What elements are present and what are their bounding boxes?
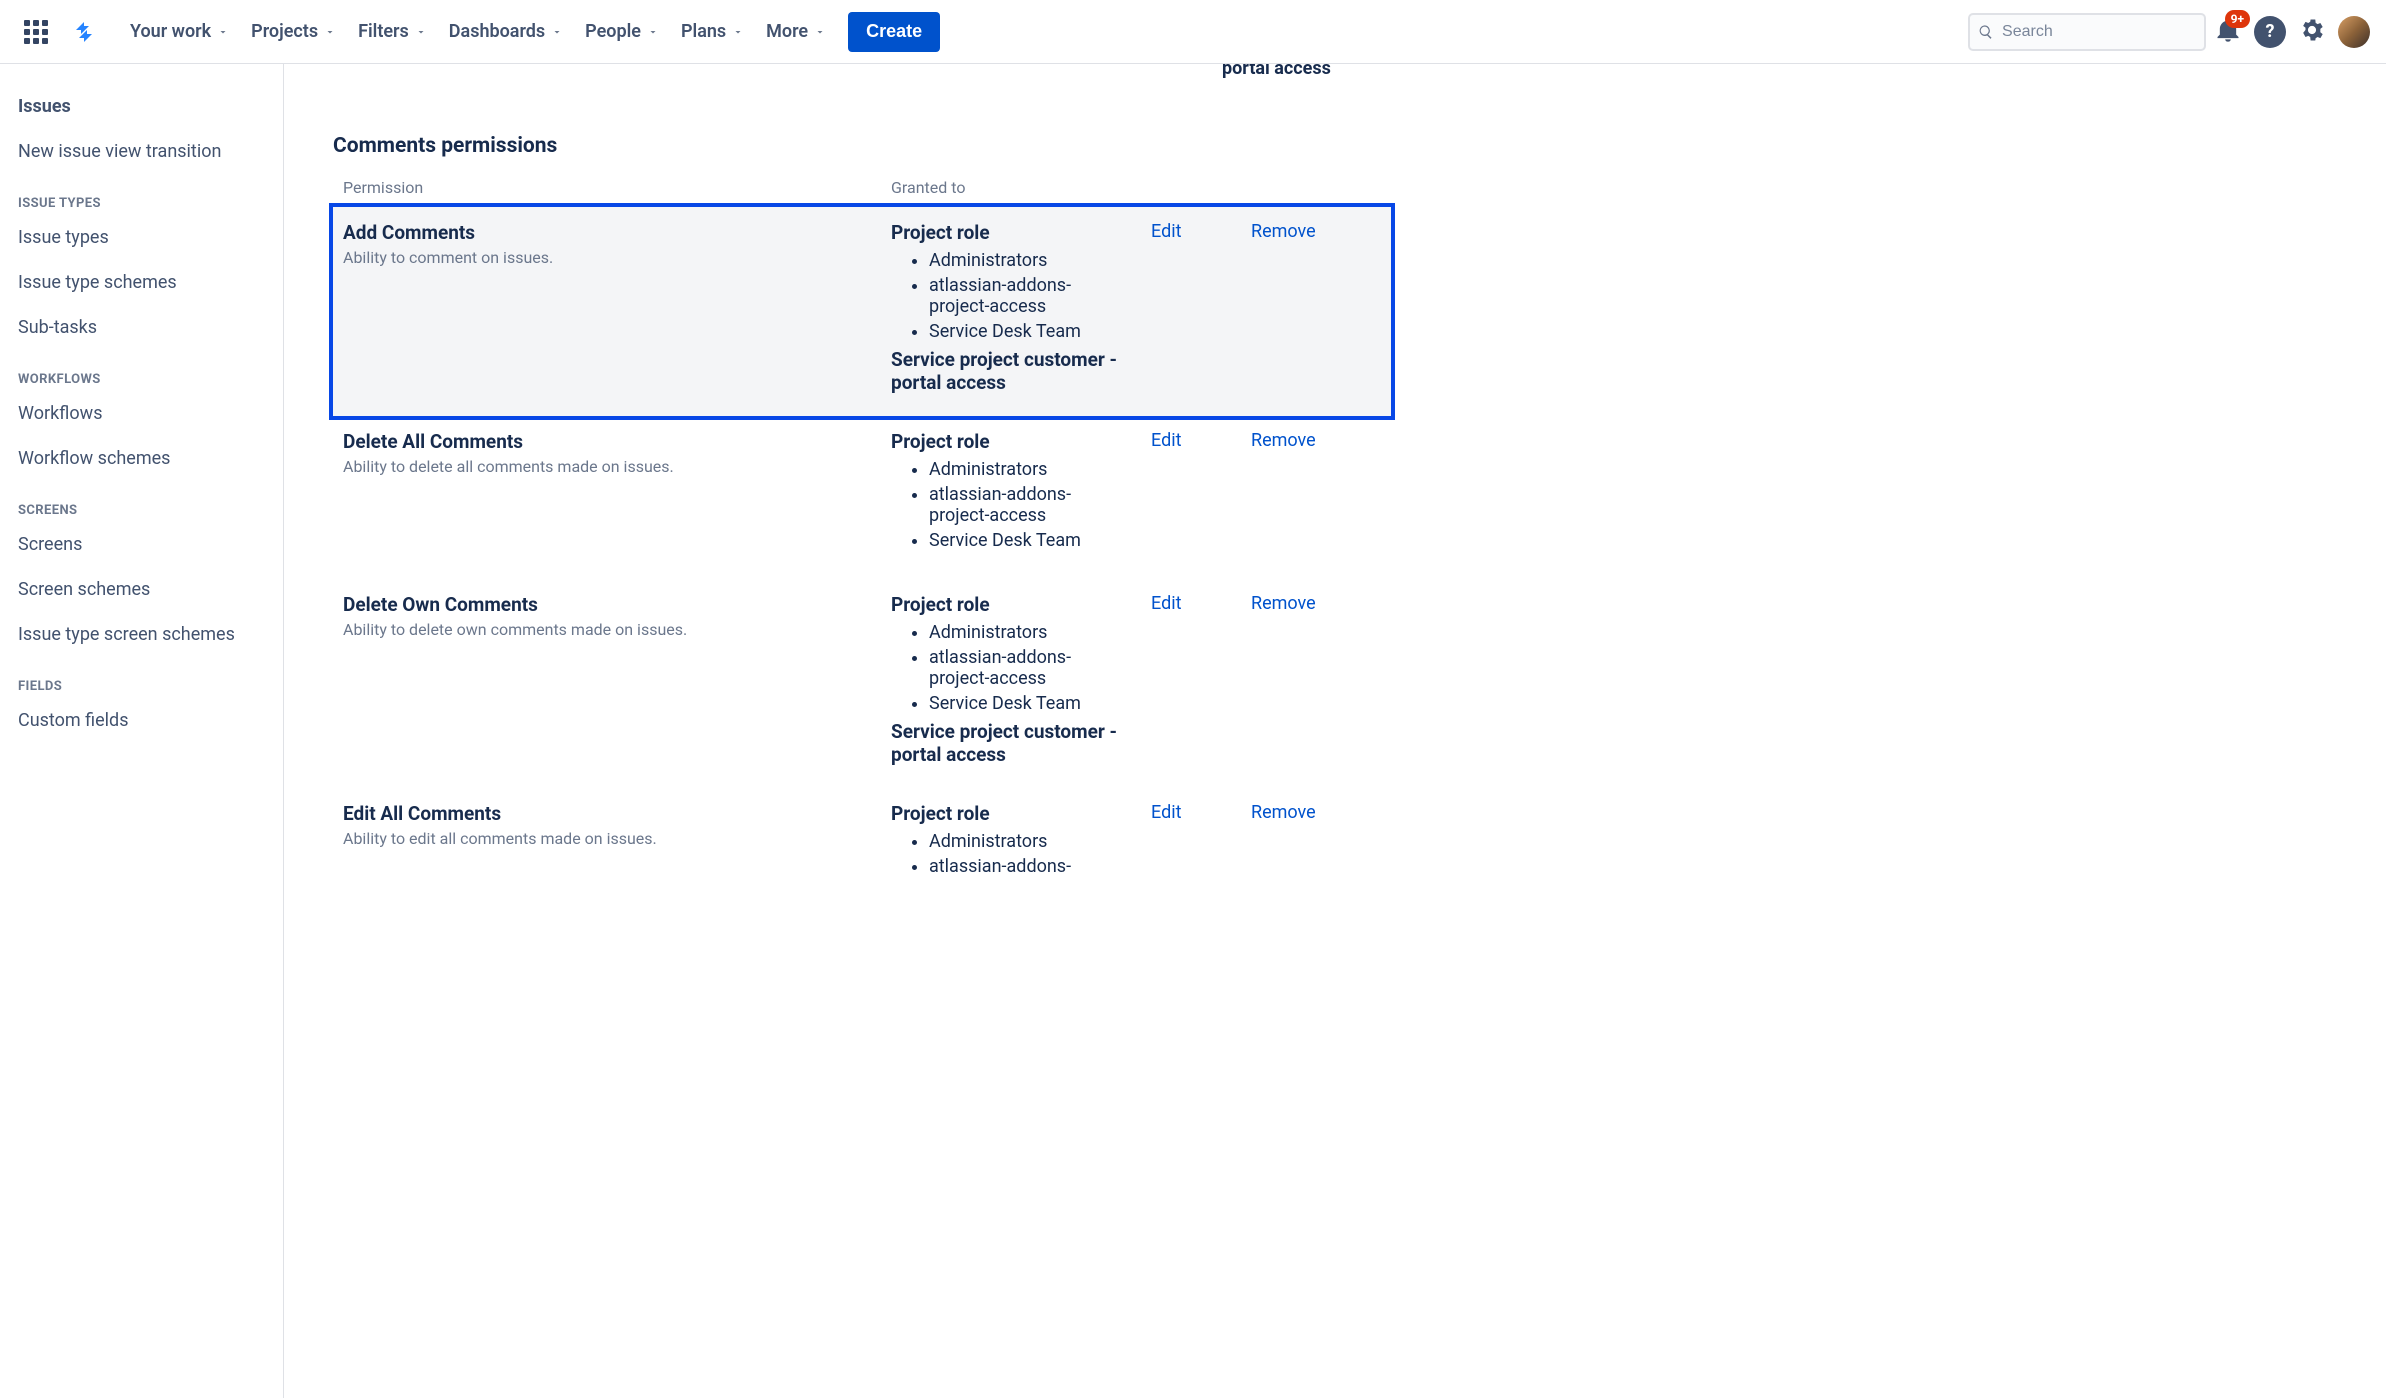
th-granted: Granted to [881,164,1141,207]
grant-role-list: Administratorsatlassian-addons-project-a… [891,457,1131,553]
section-title: Comments permissions [333,134,2341,158]
sidebar-header[interactable]: Issues [14,84,275,129]
table-row: Edit All Comments Ability to edit all co… [333,788,1391,905]
table-row: Delete All Comments Ability to delete al… [333,416,1391,579]
grant-role: atlassian-addons-project-access [929,273,1131,319]
grant-role: Service Desk Team [929,319,1131,344]
permission-name: Delete All Comments [343,430,871,453]
sidebar-link-top[interactable]: New issue view transition [14,129,275,174]
nav-item-label: Your work [130,21,211,42]
nav-right: 9+ ? [2214,16,2370,48]
clipped-text: portal access [1222,64,1331,79]
permissions-table: Permission Granted to Add Comments Abili… [333,164,1391,905]
nav-item-dashboards[interactable]: Dashboards [439,12,573,52]
sidebar-group-label: ISSUE TYPES [14,174,275,215]
grant-role-list: Administratorsatlassian-addons-project-a… [891,620,1131,716]
edit-link[interactable]: Edit [1151,430,1181,451]
top-nav: Your work Projects Filters Dashboards People… [0,0,2386,64]
grant-role: atlassian-addons- [929,854,1131,879]
nav-item-plans[interactable]: Plans [671,12,754,52]
grant-role-label: Project role [891,430,1131,453]
grant-role-label: Project role [891,802,1131,825]
sidebar-link[interactable]: Workflow schemes [14,436,275,481]
nav-item-label: Plans [681,21,726,42]
sidebar: Issues New issue view transition ISSUE T… [0,64,284,1398]
grant-extra: Service project customer - portal access [891,720,1131,766]
notification-badge: 9+ [2225,10,2250,28]
nav-item-label: Filters [358,21,409,42]
grant-role: atlassian-addons-project-access [929,482,1131,528]
permission-name: Delete Own Comments [343,593,871,616]
search-icon [1978,23,1994,41]
sidebar-link[interactable]: Issue types [14,215,275,260]
permission-desc: Ability to edit all comments made on iss… [343,829,871,848]
grant-role: Administrators [929,248,1131,273]
table-row: Add Comments Ability to comment on issue… [333,207,1391,416]
table-row: Delete Own Comments Ability to delete ow… [333,579,1391,788]
nav-item-filters[interactable]: Filters [348,12,437,52]
create-button[interactable]: Create [848,12,940,52]
grant-role: Administrators [929,620,1131,645]
nav-item-your work[interactable]: Your work [120,12,239,52]
edit-link[interactable]: Edit [1151,221,1181,242]
grant-role: Administrators [929,457,1131,482]
grant-role-label: Project role [891,593,1131,616]
sidebar-link[interactable]: Screen schemes [14,567,275,612]
sidebar-link[interactable]: Custom fields [14,698,275,743]
grant-extra: Service project customer - portal access [891,348,1131,394]
notifications-button[interactable]: 9+ [2214,16,2242,48]
nav-item-people[interactable]: People [575,12,669,52]
nav-item-more[interactable]: More [756,12,836,52]
permission-desc: Ability to comment on issues. [343,248,871,267]
jira-logo-icon[interactable] [64,12,104,52]
sidebar-group-label: WORKFLOWS [14,350,275,391]
grant-role: atlassian-addons-project-access [929,645,1131,691]
remove-link[interactable]: Remove [1251,802,1316,823]
nav-item-label: Dashboards [449,21,545,42]
grant-role-list: Administratorsatlassian-addons- [891,829,1131,879]
avatar[interactable] [2338,16,2370,48]
grant-role: Service Desk Team [929,691,1131,716]
remove-link[interactable]: Remove [1251,430,1316,451]
nav-item-label: Projects [251,21,318,42]
edit-link[interactable]: Edit [1151,593,1181,614]
sidebar-group-label: SCREENS [14,481,275,522]
sidebar-link[interactable]: Issue type schemes [14,260,275,305]
nav-item-projects[interactable]: Projects [241,12,346,52]
sidebar-link[interactable]: Issue type screen schemes [14,612,275,657]
edit-link[interactable]: Edit [1151,802,1181,823]
sidebar-link[interactable]: Screens [14,522,275,567]
settings-icon[interactable] [2298,16,2326,48]
th-permission: Permission [333,164,881,207]
main-content: portal access Comments permissions Permi… [284,64,2386,1398]
nav-item-label: People [585,21,641,42]
grant-role: Administrators [929,829,1131,854]
nav-item-group: Your work Projects Filters Dashboards People… [120,12,836,52]
remove-link[interactable]: Remove [1251,593,1316,614]
grant-role-list: Administratorsatlassian-addons-project-a… [891,248,1131,344]
sidebar-link[interactable]: Sub-tasks [14,305,275,350]
search-input[interactable] [2002,23,2196,41]
grant-role-label: Project role [891,221,1131,244]
grant-role: Service Desk Team [929,528,1131,553]
app-switcher-icon[interactable] [16,12,56,52]
remove-link[interactable]: Remove [1251,221,1316,242]
search-box[interactable] [1968,13,2206,51]
sidebar-link[interactable]: Workflows [14,391,275,436]
permission-name: Edit All Comments [343,802,871,825]
permission-desc: Ability to delete own comments made on i… [343,620,871,639]
permission-name: Add Comments [343,221,871,244]
nav-item-label: More [766,21,808,42]
sidebar-group-label: FIELDS [14,657,275,698]
help-icon[interactable]: ? [2254,16,2286,48]
permission-desc: Ability to delete all comments made on i… [343,457,871,476]
